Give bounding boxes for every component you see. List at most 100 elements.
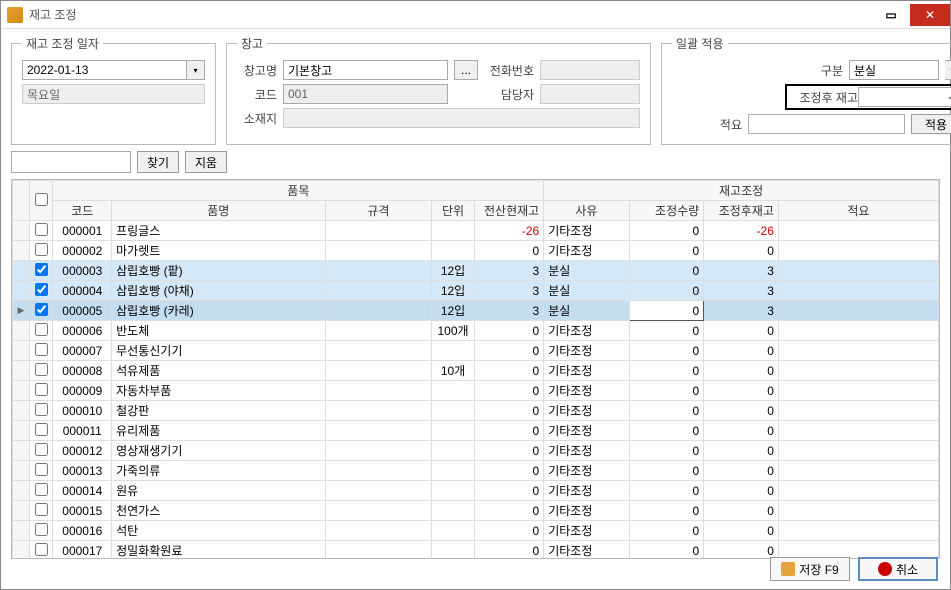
cell-unit[interactable]	[432, 521, 475, 541]
cell-unit[interactable]	[432, 381, 475, 401]
after-header[interactable]: 조정후재고	[704, 201, 779, 221]
cell-reason[interactable]: 기타조정	[544, 401, 629, 421]
cell-after[interactable]: 0	[704, 441, 779, 461]
cell-qty[interactable]: 0	[629, 501, 704, 521]
cell-qty[interactable]: 0	[629, 241, 704, 261]
cell-spec[interactable]	[325, 541, 432, 560]
table-row[interactable]: 000002마가렛트0기타조정00	[13, 241, 939, 261]
cell-desc[interactable]	[778, 241, 938, 261]
cell-after[interactable]: 0	[704, 361, 779, 381]
row-checkbox[interactable]	[29, 441, 52, 461]
wh-name-input[interactable]	[283, 60, 448, 80]
cell-name[interactable]: 정밀화확원료	[112, 541, 325, 560]
cell-unit[interactable]	[432, 421, 475, 441]
cell-spec[interactable]	[325, 421, 432, 441]
cell-desc[interactable]	[778, 401, 938, 421]
cell-spec[interactable]	[325, 341, 432, 361]
cell-spec[interactable]	[325, 361, 432, 381]
find-button[interactable]: 찾기	[137, 151, 179, 173]
table-row[interactable]: 000009자동차부품0기타조정00	[13, 381, 939, 401]
cell-name[interactable]: 프링글스	[112, 221, 325, 241]
row-checkbox[interactable]	[29, 401, 52, 421]
row-checkbox[interactable]	[29, 501, 52, 521]
cell-desc[interactable]	[778, 261, 938, 281]
cell-after[interactable]: 0	[704, 321, 779, 341]
cell-code[interactable]: 000008	[53, 361, 112, 381]
cell-stock[interactable]: 0	[474, 501, 543, 521]
qty-header[interactable]: 조정수량	[629, 201, 704, 221]
cell-unit[interactable]: 12입	[432, 261, 475, 281]
cell-after[interactable]: 0	[704, 341, 779, 361]
cell-spec[interactable]	[325, 261, 432, 281]
cell-after[interactable]: -26	[704, 221, 779, 241]
cell-code[interactable]: 000012	[53, 441, 112, 461]
cell-code[interactable]: 000007	[53, 341, 112, 361]
unit-header[interactable]: 단위	[432, 201, 475, 221]
cell-code[interactable]: 000009	[53, 381, 112, 401]
cell-qty[interactable]: 0	[629, 441, 704, 461]
cell-qty[interactable]: 0	[629, 541, 704, 560]
cell-stock[interactable]: 0	[474, 441, 543, 461]
cell-name[interactable]: 영상재생기기	[112, 441, 325, 461]
cell-unit[interactable]: 12입	[432, 281, 475, 301]
cell-spec[interactable]	[325, 461, 432, 481]
cell-code[interactable]: 000017	[53, 541, 112, 560]
table-row[interactable]: 000003삼립호빵 (팥)12입3분실03	[13, 261, 939, 281]
cell-qty[interactable]: 0	[629, 321, 704, 341]
cell-qty[interactable]: 0	[629, 381, 704, 401]
cell-stock[interactable]: 0	[474, 341, 543, 361]
cell-stock[interactable]: 0	[474, 421, 543, 441]
table-row[interactable]: 000012영상재생기기0기타조정00	[13, 441, 939, 461]
row-checkbox[interactable]	[29, 381, 52, 401]
cell-after[interactable]: 0	[704, 481, 779, 501]
table-row[interactable]: 000007무선통신기기0기타조정00	[13, 341, 939, 361]
desc-header[interactable]: 적요	[778, 201, 938, 221]
cell-after[interactable]: 0	[704, 401, 779, 421]
cell-qty[interactable]: 0	[629, 521, 704, 541]
cell-desc[interactable]	[778, 521, 938, 541]
cell-stock[interactable]: 3	[474, 281, 543, 301]
code-header[interactable]: 코드	[53, 201, 112, 221]
cell-name[interactable]: 마가렛트	[112, 241, 325, 261]
cell-stock[interactable]: 0	[474, 361, 543, 381]
cell-qty[interactable]: 0	[629, 421, 704, 441]
table-row[interactable]: 000013가죽의류0기타조정00	[13, 461, 939, 481]
select-all-checkbox-header[interactable]	[29, 181, 52, 221]
bulk-after-input[interactable]	[858, 87, 951, 107]
row-checkbox[interactable]	[29, 421, 52, 441]
cell-stock[interactable]: 0	[474, 541, 543, 560]
cell-code[interactable]: 000010	[53, 401, 112, 421]
cell-name[interactable]: 철강판	[112, 401, 325, 421]
cancel-button[interactable]: 취소	[858, 557, 938, 581]
cell-after[interactable]: 0	[704, 461, 779, 481]
cell-unit[interactable]: 100개	[432, 321, 475, 341]
cell-code[interactable]: 000014	[53, 481, 112, 501]
cell-qty[interactable]: 0	[629, 261, 704, 281]
cell-desc[interactable]	[778, 361, 938, 381]
cell-stock[interactable]: 0	[474, 321, 543, 341]
cell-unit[interactable]: 12입	[432, 301, 475, 321]
cell-unit[interactable]	[432, 541, 475, 560]
table-row[interactable]: 000004삼립호빵 (야채)12입3분실03	[13, 281, 939, 301]
cell-unit[interactable]	[432, 461, 475, 481]
cell-reason[interactable]: 분실	[544, 261, 629, 281]
table-row[interactable]: 000016석탄0기타조정00	[13, 521, 939, 541]
cell-desc[interactable]	[778, 501, 938, 521]
maximize-button[interactable]: ▭	[876, 4, 906, 26]
cell-unit[interactable]	[432, 341, 475, 361]
cell-code[interactable]: 000002	[53, 241, 112, 261]
table-row[interactable]: 000010철강판0기타조정00	[13, 401, 939, 421]
table-row[interactable]: 000015천연가스0기타조정00	[13, 501, 939, 521]
row-checkbox[interactable]	[29, 261, 52, 281]
cell-qty[interactable]: 0	[629, 401, 704, 421]
cell-code[interactable]: 000005	[53, 301, 112, 321]
cell-reason[interactable]: 기타조정	[544, 461, 629, 481]
cell-desc[interactable]	[778, 341, 938, 361]
cell-qty[interactable]: 0	[629, 301, 704, 321]
row-checkbox[interactable]	[29, 461, 52, 481]
cell-code[interactable]: 000011	[53, 421, 112, 441]
cell-spec[interactable]	[325, 321, 432, 341]
cell-code[interactable]: 000003	[53, 261, 112, 281]
row-checkbox[interactable]	[29, 321, 52, 341]
cell-desc[interactable]	[778, 481, 938, 501]
